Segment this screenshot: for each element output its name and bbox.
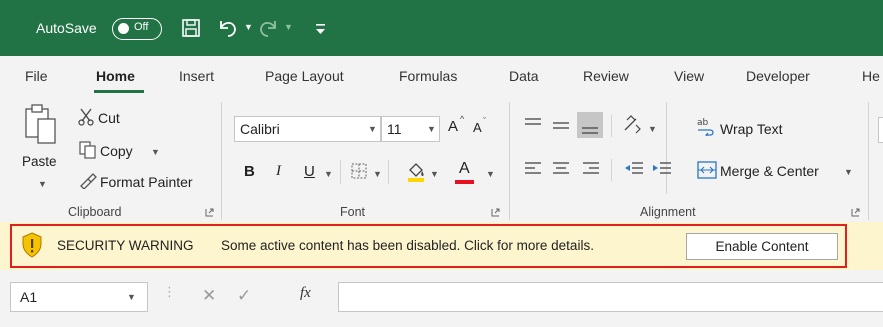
copy-label[interactable]: Copy <box>100 143 133 159</box>
font-color-dropdown-icon[interactable]: ▼ <box>486 169 495 179</box>
cut-label[interactable]: Cut <box>98 110 120 126</box>
clipboard-launcher-icon[interactable] <box>205 208 214 217</box>
cancel-icon[interactable]: ✕ <box>202 286 216 306</box>
name-box-dropdown-icon[interactable]: ▼ <box>127 292 136 302</box>
font-group-label: Font <box>340 205 366 219</box>
align-separator <box>611 115 612 137</box>
autosave-state: Off <box>134 21 149 33</box>
paste-dropdown-icon[interactable]: ▼ <box>38 179 47 189</box>
align-center-icon[interactable] <box>552 160 570 178</box>
orientation-dropdown-icon[interactable]: ▼ <box>648 124 657 134</box>
cut-icon[interactable] <box>78 108 94 126</box>
font-size-box[interactable]: 11 ▼ <box>381 116 440 142</box>
autosave-label: AutoSave <box>36 20 97 36</box>
merge-center-dropdown-icon[interactable]: ▼ <box>844 167 853 177</box>
underline-button[interactable]: U <box>304 163 315 180</box>
italic-button[interactable]: I <box>276 163 281 180</box>
merge-center-icon[interactable] <box>697 161 717 179</box>
paste-label[interactable]: Paste <box>22 154 57 169</box>
tab-formulas[interactable]: Formulas <box>399 68 457 84</box>
undo-dropdown-icon[interactable]: ▼ <box>244 22 253 32</box>
customize-toolbar-icon[interactable] <box>315 22 327 36</box>
save-icon[interactable] <box>181 18 201 38</box>
format-painter-icon[interactable] <box>78 171 98 189</box>
tab-file[interactable]: File <box>25 68 48 84</box>
formula-input[interactable] <box>338 282 883 312</box>
grow-font-icon[interactable]: A <box>448 118 458 135</box>
group-separator <box>868 102 869 220</box>
alignment-launcher-icon[interactable] <box>851 208 860 217</box>
copy-icon[interactable] <box>79 141 97 159</box>
borders-dropdown-icon[interactable]: ▼ <box>373 169 382 179</box>
font-size-value: 11 <box>387 121 402 137</box>
shrink-font-icon[interactable]: A <box>473 120 482 135</box>
align-left-icon[interactable] <box>524 160 542 178</box>
autosave-toggle[interactable]: Off <box>112 18 162 40</box>
wrap-text-label[interactable]: Wrap Text <box>720 121 783 137</box>
font-separator <box>340 160 341 184</box>
font-separator <box>388 160 389 184</box>
bold-button[interactable]: B <box>244 163 255 180</box>
align-right-icon[interactable] <box>582 160 600 178</box>
tab-review[interactable]: Review <box>583 68 629 84</box>
underline-dropdown-icon[interactable]: ▼ <box>324 169 333 179</box>
shrink-font-caret-icon: ˇ <box>483 116 486 126</box>
warning-highlight-outline <box>10 224 847 268</box>
align-middle-icon[interactable] <box>552 116 570 134</box>
font-launcher-icon[interactable] <box>491 208 500 217</box>
tab-help[interactable]: He <box>862 68 880 84</box>
redo-icon[interactable] <box>256 17 280 39</box>
align-bottom-icon <box>582 127 598 134</box>
number-format-box[interactable] <box>878 117 883 143</box>
name-box[interactable]: A1 ▼ <box>10 282 148 312</box>
name-box-value: A1 <box>20 289 38 305</box>
increase-indent-icon[interactable] <box>652 160 672 178</box>
group-separator <box>221 102 222 220</box>
grow-font-caret-icon: ^ <box>460 114 465 124</box>
group-separator <box>509 102 510 220</box>
tab-home[interactable]: Home <box>96 68 135 84</box>
clipboard-group-label: Clipboard <box>68 205 122 219</box>
wrap-text-icon[interactable]: ab <box>696 116 718 136</box>
fill-color-dropdown-icon[interactable]: ▼ <box>430 169 439 179</box>
tab-page-layout[interactable]: Page Layout <box>265 68 344 84</box>
font-name-dropdown-icon[interactable]: ▼ <box>368 124 377 134</box>
tab-developer[interactable]: Developer <box>746 68 810 84</box>
font-name-value: Calibri <box>240 121 280 137</box>
borders-icon[interactable] <box>350 162 368 180</box>
enter-icon[interactable]: ✓ <box>237 286 251 306</box>
fill-color-icon[interactable] <box>405 160 427 182</box>
toggle-knob <box>118 23 129 34</box>
tab-insert[interactable]: Insert <box>179 68 214 84</box>
copy-dropdown-icon[interactable]: ▼ <box>151 147 160 157</box>
align-separator <box>666 102 667 194</box>
undo-icon[interactable] <box>216 17 240 39</box>
tab-view[interactable]: View <box>674 68 704 84</box>
font-size-dropdown-icon[interactable]: ▼ <box>427 124 436 134</box>
font-name-box[interactable]: Calibri ▼ <box>234 116 381 142</box>
alignment-group-label: Alignment <box>640 205 696 219</box>
tab-data[interactable]: Data <box>509 68 539 84</box>
font-color-swatch <box>455 180 474 184</box>
redo-dropdown-icon[interactable]: ▼ <box>284 22 293 32</box>
insert-function-icon[interactable]: fx <box>300 285 311 302</box>
formula-bar-grip-icon[interactable]: ⋮ <box>163 284 176 300</box>
svg-text:ab: ab <box>697 118 709 128</box>
paste-icon[interactable] <box>24 103 58 147</box>
active-tab-indicator <box>94 90 144 93</box>
font-color-icon[interactable]: A <box>459 160 470 178</box>
format-painter-label[interactable]: Format Painter <box>100 174 193 190</box>
orientation-icon[interactable] <box>622 114 642 134</box>
align-top-icon[interactable] <box>524 116 542 132</box>
decrease-indent-icon[interactable] <box>624 160 644 178</box>
align-separator <box>611 159 612 181</box>
merge-center-label[interactable]: Merge & Center <box>720 163 819 179</box>
